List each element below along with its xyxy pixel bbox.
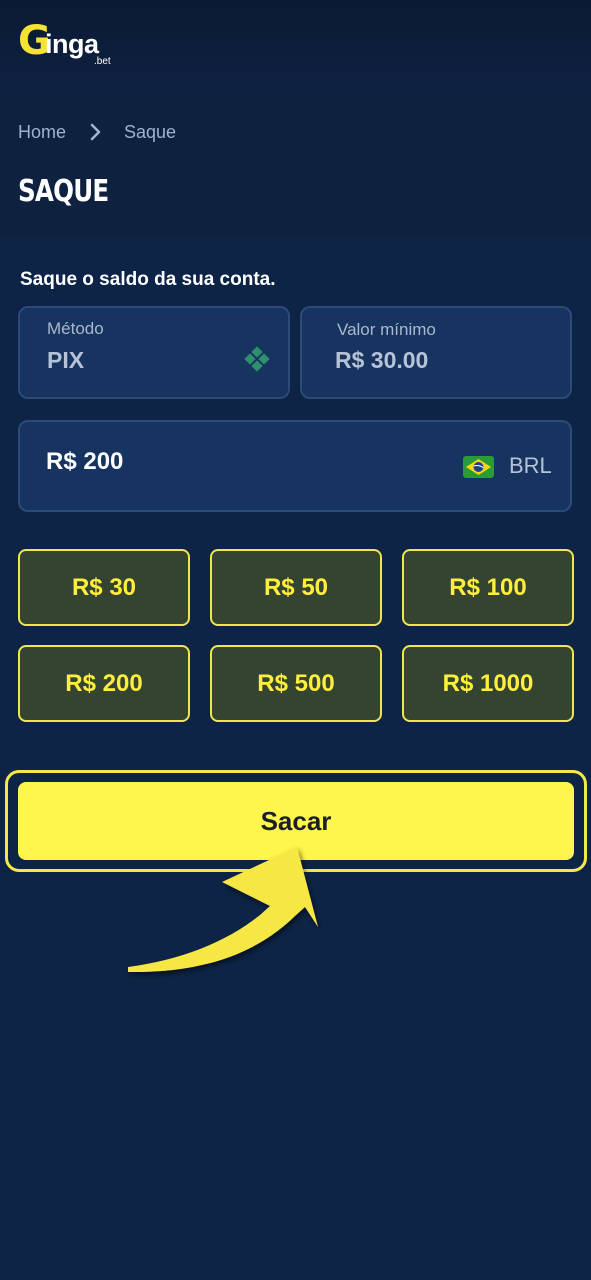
method-label: Método [47,319,104,338]
top-bar: G inga .bet [0,0,591,84]
chevron-right-icon [90,123,102,141]
min-value-amount: R$ 30.00 [335,347,429,373]
ginga-logo[interactable]: G inga .bet [18,20,128,70]
logo-text: inga [45,29,99,59]
breadcrumb: Home Saque [18,120,176,144]
page-header [0,84,591,238]
logo-subtext: .bet [94,56,111,67]
quick-amount-500-button[interactable]: R$ 500 [210,645,382,722]
quick-amount-30-button[interactable]: R$ 30 [18,549,190,626]
min-value-label: Valor mínimo [337,320,436,339]
quick-amount-50-button[interactable]: R$ 50 [210,549,382,626]
amount-input[interactable] [46,448,346,476]
pix-icon [244,346,270,372]
currency-code: BRL [509,453,552,478]
method-value: PIX [47,347,85,373]
brazil-flag-icon [463,456,494,478]
pointer-arrow-icon [120,835,340,985]
quick-amount-100-button[interactable]: R$ 100 [402,549,574,626]
page-subtitle: Saque o saldo da sua conta. [20,269,276,290]
page-title: SAQUE [18,174,109,209]
breadcrumb-home[interactable]: Home [18,122,66,143]
quick-amount-1000-button[interactable]: R$ 1000 [402,645,574,722]
breadcrumb-current: Saque [124,121,177,142]
quick-amount-200-button[interactable]: R$ 200 [18,645,190,722]
